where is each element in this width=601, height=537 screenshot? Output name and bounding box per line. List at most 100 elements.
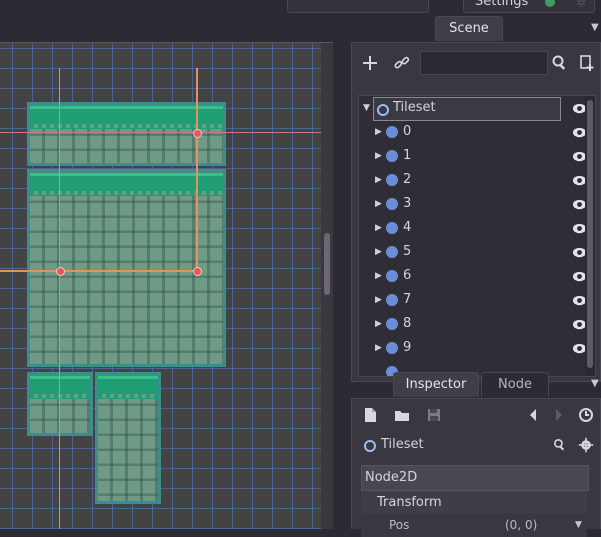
collapse-arrow-icon[interactable]: ▼ <box>363 103 370 113</box>
dropdown-arrow-icon[interactable]: ▼ <box>575 513 582 537</box>
right-dock: Scene ▼ ▼ Tileset ▶ 0 ▶ 1 ▶ 2 ▶ 3 ▶ 4 ▶ … <box>349 14 601 537</box>
expand-arrow-icon[interactable]: ▶ <box>375 175 382 185</box>
section-label: Node2D <box>365 470 418 485</box>
expand-arrow-icon[interactable]: ▶ <box>375 223 382 233</box>
save-icon[interactable] <box>424 405 444 425</box>
sprite-icon <box>386 174 398 186</box>
tree-scrollbar[interactable] <box>585 96 595 376</box>
canvas-grid[interactable] <box>0 43 321 529</box>
expand-arrow-icon[interactable]: ▶ <box>375 151 382 161</box>
expand-arrow-icon[interactable]: ▶ <box>375 343 382 353</box>
property-name: Pos <box>389 518 410 532</box>
tree-label: 0 <box>403 124 412 139</box>
node2d-icon <box>364 440 376 452</box>
top-button[interactable] <box>287 0 429 13</box>
sprite-icon <box>386 342 398 354</box>
tree-label: 1 <box>403 148 412 163</box>
tree-label: 2 <box>403 172 412 187</box>
tab-inspector[interactable]: Inspector <box>393 372 479 397</box>
sprite-icon <box>386 294 398 306</box>
tile-grass-edge <box>98 394 158 398</box>
expand-arrow-icon[interactable]: ▶ <box>375 199 382 209</box>
open-folder-icon[interactable] <box>392 405 412 425</box>
selection-edge-bottom <box>0 270 198 272</box>
inspector-panel: Tileset Node2D Transform Pos (0, 0) ▼ <box>351 398 601 537</box>
selection-handle[interactable] <box>193 129 202 138</box>
expand-arrow-icon[interactable]: ▶ <box>375 295 382 305</box>
tree-label: 5 <box>403 244 412 259</box>
tree-row[interactable]: ▶ 6 <box>359 265 587 289</box>
tree-label: 3 <box>403 196 412 211</box>
scene-panel: ▼ Tileset ▶ 0 ▶ 1 ▶ 2 ▶ 3 ▶ 4 ▶ 5 ▶ 6 ▶ … <box>351 42 601 382</box>
sprite-icon <box>386 246 398 258</box>
history-back-icon[interactable] <box>524 405 544 425</box>
editor-viewport[interactable] <box>0 42 333 529</box>
scene-instance-icon[interactable] <box>578 53 598 73</box>
tree-row[interactable]: ▶ 9 <box>359 337 587 361</box>
dock-menu-icon[interactable]: ▼ <box>591 22 599 33</box>
top-strip: Settings ✲ <box>0 0 601 14</box>
expand-arrow-icon[interactable]: ▶ <box>375 127 382 137</box>
expand-arrow-icon[interactable]: ▶ <box>375 319 382 329</box>
sprite-icon <box>386 318 398 330</box>
tree-row[interactable]: ▶ 5 <box>359 241 587 265</box>
search-icon[interactable] <box>552 437 568 453</box>
settings-gear-icon[interactable] <box>578 437 594 453</box>
tab-node-label: Node <box>498 377 532 392</box>
property-pos-row[interactable]: Pos (0, 0) ▼ <box>361 513 587 537</box>
property-value[interactable]: (0, 0) <box>505 513 537 537</box>
x-axis-line <box>0 132 321 133</box>
selection-handle[interactable] <box>193 267 202 276</box>
selection-handle[interactable] <box>56 267 65 276</box>
sprite-icon <box>386 126 398 138</box>
tree-row[interactable]: ▶ 8 <box>359 313 587 337</box>
history-icon[interactable] <box>576 405 596 425</box>
tree-label: 4 <box>403 220 412 235</box>
settings-label: Settings <box>475 0 529 9</box>
sprite-icon <box>386 150 398 162</box>
tile-sprite[interactable] <box>27 372 93 436</box>
tab-scene[interactable]: Scene <box>435 16 503 41</box>
subsection-transform[interactable]: Transform <box>361 491 587 515</box>
tree-row[interactable]: ▶ 7 <box>359 289 587 313</box>
dock-menu-icon[interactable]: ▼ <box>591 378 599 389</box>
viewport-scrollbar[interactable] <box>321 43 333 529</box>
tree-row[interactable]: ▶ 3 <box>359 193 587 217</box>
subsection-label: Transform <box>377 495 442 510</box>
tree-row[interactable]: ▶ 1 <box>359 145 587 169</box>
tree-row[interactable]: ▶ 0 <box>359 121 587 145</box>
inspector-object-name: Tileset <box>381 437 424 452</box>
tree-label: 9 <box>403 340 412 355</box>
tree-row[interactable]: ▶ 4 <box>359 217 587 241</box>
new-file-icon[interactable] <box>360 405 380 425</box>
y-axis-line <box>59 68 60 529</box>
sprite-icon <box>386 198 398 210</box>
node2d-icon <box>377 104 389 116</box>
history-forward-icon[interactable] <box>548 405 568 425</box>
expand-arrow-icon[interactable]: ▶ <box>375 247 382 257</box>
section-node2d[interactable]: Node2D <box>361 465 589 491</box>
tab-node[interactable]: Node <box>481 372 549 397</box>
tab-scene-label: Scene <box>449 21 489 36</box>
sprite-icon <box>386 222 398 234</box>
selection-edge-right <box>196 68 198 270</box>
scene-filter-input[interactable] <box>420 51 548 75</box>
inspector-object-row[interactable]: Tileset <box>362 433 594 457</box>
tree-label: 6 <box>403 268 412 283</box>
expand-arrow-icon[interactable]: ▶ <box>375 271 382 281</box>
tree-row[interactable]: ▶ 2 <box>359 169 587 193</box>
tree-scrollbar-grabber[interactable] <box>587 100 593 368</box>
spinner-icon: ✲ <box>576 0 587 10</box>
tree-row-root[interactable]: ▼ Tileset <box>359 97 587 121</box>
tile-grass-edge <box>30 394 90 398</box>
sprite-icon <box>386 270 398 282</box>
link-icon[interactable] <box>392 53 412 73</box>
search-icon[interactable] <box>550 53 570 73</box>
scene-tree[interactable]: ▼ Tileset ▶ 0 ▶ 1 ▶ 2 ▶ 3 ▶ 4 ▶ 5 ▶ 6 ▶ … <box>358 95 596 377</box>
tree-label: 8 <box>403 316 412 331</box>
tile-sprite[interactable] <box>95 372 161 504</box>
tree-label: Tileset <box>393 100 436 115</box>
viewport-scrollbar-grabber[interactable] <box>324 233 330 295</box>
add-node-icon[interactable] <box>360 53 380 73</box>
tab-inspector-label: Inspector <box>405 377 467 392</box>
